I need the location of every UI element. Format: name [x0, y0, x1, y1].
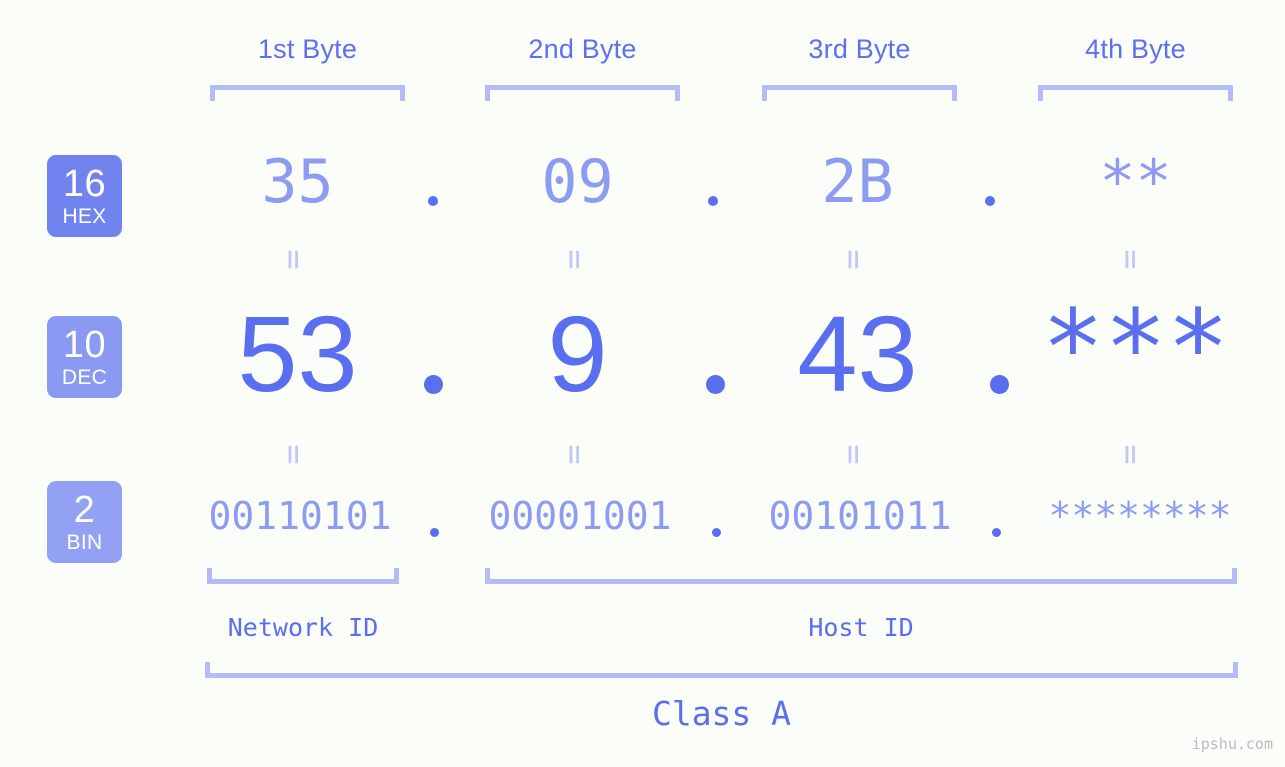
dec-dot-3 [990, 375, 1009, 394]
dec-dot-1 [424, 375, 443, 394]
bin-byte-3: 00101011 [768, 494, 952, 538]
dec-byte-4: *** [1041, 287, 1230, 409]
base-badge-hex-number: 16 [62, 163, 107, 205]
hex-byte-4: ** [1099, 147, 1172, 217]
byte-header-2: 2nd Byte [528, 34, 637, 64]
base-badge-bin: 2 BIN [47, 481, 122, 563]
byte-bracket-2 [485, 85, 680, 101]
watermark: ipshu.com [1191, 735, 1273, 753]
byte-header-1: 1st Byte [257, 34, 358, 64]
base-badge-bin-number: 2 [73, 489, 96, 531]
bin-byte-4: ******** [1048, 494, 1232, 538]
equals-dec-bin-1: = [273, 444, 314, 466]
bin-byte-2: 00001001 [488, 494, 672, 538]
class-label: Class A [651, 694, 792, 733]
class-bracket [205, 662, 1238, 678]
base-badge-dec-label: DEC [61, 366, 108, 389]
equals-hex-dec-3: = [833, 249, 874, 271]
dec-byte-3: 43 [797, 293, 918, 414]
equals-dec-bin-4: = [1110, 444, 1151, 466]
bin-dot-1 [430, 528, 439, 537]
base-badge-hex-label: HEX [62, 205, 107, 228]
equals-hex-dec-4: = [1110, 249, 1151, 271]
byte-bracket-3 [762, 85, 957, 101]
dec-dot-2 [706, 375, 725, 394]
hex-dot-3 [985, 196, 995, 206]
byte-header-3: 3rd Byte [808, 34, 911, 64]
base-badge-hex: 16 HEX [47, 155, 122, 237]
network-id-bracket [207, 568, 399, 584]
byte-bracket-4 [1038, 85, 1233, 101]
equals-dec-bin-2: = [554, 444, 595, 466]
network-id-label: Network ID [227, 613, 379, 642]
base-badge-dec-number: 10 [62, 324, 107, 366]
base-badge-bin-label: BIN [66, 531, 103, 554]
bin-byte-1: 00110101 [208, 494, 392, 538]
equals-dec-bin-3: = [833, 444, 874, 466]
host-id-bracket [485, 568, 1237, 584]
equals-hex-dec-1: = [273, 249, 314, 271]
hex-dot-2 [708, 196, 718, 206]
ip-address-breakdown-diagram: 1st Byte 2nd Byte 3rd Byte 4th Byte 16 H… [0, 0, 1285, 767]
bin-dot-3 [992, 528, 1001, 537]
hex-byte-2: 09 [541, 147, 614, 217]
hex-byte-1: 35 [261, 147, 334, 217]
host-id-label: Host ID [808, 613, 914, 642]
dec-byte-1: 53 [237, 293, 358, 414]
hex-byte-3: 2B [821, 147, 894, 217]
byte-bracket-1 [210, 85, 405, 101]
byte-header-4: 4th Byte [1085, 34, 1186, 64]
equals-hex-dec-2: = [554, 249, 595, 271]
bin-dot-2 [712, 528, 721, 537]
base-badge-dec: 10 DEC [47, 316, 122, 398]
hex-dot-1 [428, 196, 438, 206]
dec-byte-2: 9 [547, 293, 608, 414]
